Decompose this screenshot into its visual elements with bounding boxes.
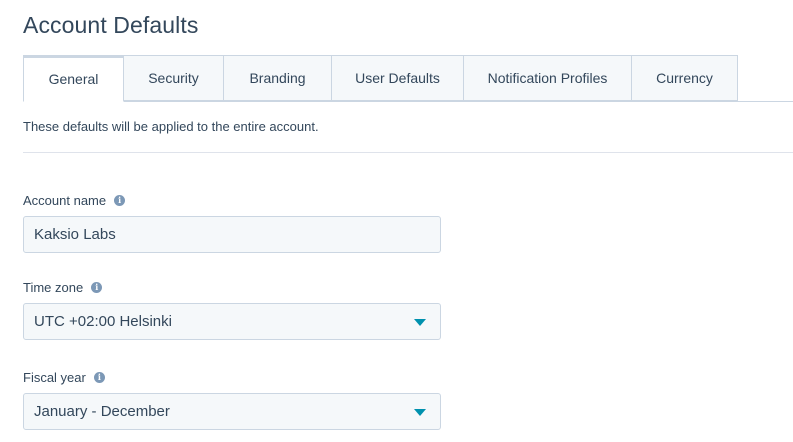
tab-label: User Defaults (355, 70, 440, 86)
fiscal-year-label: Fiscal year i (23, 370, 105, 385)
time-zone-label: Time zone i (23, 280, 103, 295)
info-circle-icon[interactable]: i (114, 195, 126, 206)
fiscal-year-select[interactable]: January - December (23, 393, 441, 430)
tab-currency[interactable]: Currency (632, 55, 738, 101)
tab-bar: General Security Branding User Defaults … (23, 55, 793, 102)
tab-notification-profiles[interactable]: Notification Profiles (464, 55, 632, 101)
caret-down-icon (414, 409, 426, 416)
info-circle-icon[interactable]: i (93, 372, 105, 383)
time-zone-value: UTC +02:00 Helsinki (34, 313, 172, 330)
section-divider (23, 152, 793, 153)
tab-security[interactable]: Security (124, 55, 224, 101)
account-name-value: Kaksio Labs (34, 226, 116, 243)
page-title: Account Defaults (23, 12, 199, 38)
time-zone-select[interactable]: UTC +02:00 Helsinki (23, 303, 441, 340)
tab-label: Notification Profiles (487, 70, 608, 86)
tab-label: Branding (249, 70, 306, 86)
tab-branding[interactable]: Branding (224, 55, 332, 101)
tab-user-defaults[interactable]: User Defaults (332, 55, 464, 101)
account-name-input[interactable]: Kaksio Labs (23, 216, 441, 253)
tab-label: Security (148, 70, 199, 86)
tab-label: Currency (656, 70, 713, 86)
fiscal-year-value: January - December (34, 403, 170, 420)
fiscal-year-label-text: Fiscal year (23, 370, 86, 385)
tab-general[interactable]: General (23, 55, 124, 102)
info-circle-icon[interactable]: i (91, 282, 103, 293)
tab-label: General (48, 70, 99, 87)
caret-down-icon (414, 319, 426, 326)
account-name-label: Account name i (23, 193, 126, 208)
time-zone-label-text: Time zone (23, 280, 84, 295)
account-name-label-text: Account name (23, 193, 107, 208)
intro-text: These defaults will be applied to the en… (23, 119, 319, 134)
